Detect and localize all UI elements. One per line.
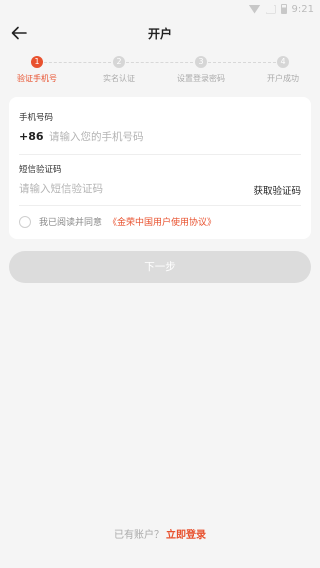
step-label: 设置登录密码 — [177, 74, 225, 83]
status-time: 9:21 — [291, 3, 314, 15]
step-number: 2 — [113, 56, 125, 68]
step-number: 1 — [31, 56, 43, 68]
phone-label: 手机号码 — [19, 113, 54, 123]
step-success: 4 开户成功 — [243, 56, 320, 84]
page-title: 开户 — [147, 27, 172, 41]
status-bar: 9:21 — [0, 0, 320, 18]
step-label: 实名认证 — [103, 74, 135, 83]
agreement-row: 我已阅读并同意 《金荣中国用户使用协议》 — [19, 215, 216, 228]
step-number: 4 — [277, 56, 289, 68]
agree-checkbox[interactable] — [19, 215, 31, 228]
signal-icon — [266, 5, 276, 14]
wifi-icon — [248, 4, 261, 14]
existing-account-text: 已有账户？ — [114, 530, 164, 541]
form-card: 手机号码 +86 短信验证码 获取验证码 我已阅读并同意 《金荣中国用户使用协议… — [9, 97, 311, 239]
divider — [19, 154, 301, 155]
step-set-password: 3 设置登录密码 — [161, 56, 241, 84]
agree-text: 我已阅读并同意 — [39, 218, 103, 228]
battery-icon — [280, 4, 287, 14]
footer: 已有账户？ 立即登录 — [0, 526, 320, 541]
step-verify-phone: 1 验证手机号 — [0, 56, 77, 84]
phone-input[interactable] — [49, 128, 299, 146]
step-label: 开户成功 — [267, 74, 299, 83]
agreement-link[interactable]: 《金荣中国用户使用协议》 — [108, 215, 216, 228]
country-code: +86 — [19, 130, 44, 143]
get-code-button[interactable]: 获取验证码 — [253, 183, 301, 197]
step-indicator: 1 验证手机号 2 实名认证 3 设置登录密码 4 开户成功 — [0, 54, 320, 88]
next-button[interactable]: 下一步 — [9, 251, 311, 283]
header: 开户 — [0, 18, 320, 50]
sms-label: 短信验证码 — [19, 165, 62, 175]
divider — [19, 205, 301, 206]
step-label: 验证手机号 — [17, 74, 57, 83]
sms-code-input[interactable] — [19, 180, 229, 198]
login-link[interactable]: 立即登录 — [166, 530, 206, 541]
step-real-name: 2 实名认证 — [79, 56, 159, 84]
step-number: 3 — [195, 56, 207, 68]
